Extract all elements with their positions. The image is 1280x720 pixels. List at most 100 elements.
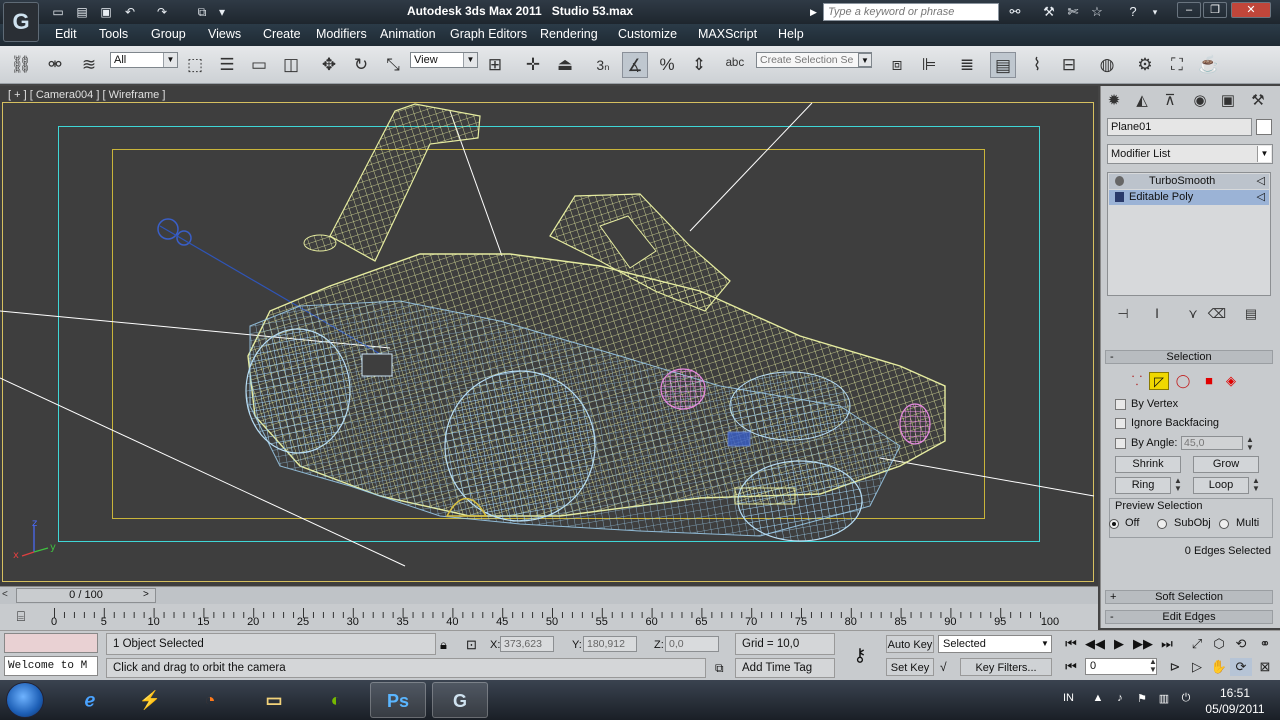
project-folder-icon[interactable]: ⧉ xyxy=(192,4,212,20)
by-vertex-checkbox[interactable] xyxy=(1115,399,1126,410)
minimize-button[interactable]: – xyxy=(1177,2,1201,18)
undo-icon[interactable]: ↶ xyxy=(120,4,140,20)
maxscript-listener-output[interactable] xyxy=(4,633,98,653)
align-icon[interactable]: ⊫ xyxy=(916,52,942,78)
frame-spinner[interactable]: ▲ ▼ xyxy=(1148,658,1158,675)
object-name-field[interactable]: Plane01 xyxy=(1107,118,1252,136)
render-setup-icon[interactable]: ⚙ xyxy=(1132,52,1158,78)
display-tab-icon[interactable]: ▣ xyxy=(1217,90,1239,112)
named-selection-set-input[interactable]: Create Selection Se xyxy=(756,52,872,68)
next-frame-icon[interactable]: ▶▶ xyxy=(1132,635,1154,653)
ring-spinner[interactable]: ▲ ▼ xyxy=(1173,477,1183,494)
menu-customize[interactable]: Customize xyxy=(618,27,677,41)
coord-x-field[interactable]: 373,623 xyxy=(500,636,554,652)
element-mode-icon[interactable]: ◈ xyxy=(1221,372,1241,390)
curve-editor-icon[interactable]: ⌇ xyxy=(1024,52,1050,78)
modify-tab-icon[interactable]: ◭ xyxy=(1131,90,1153,112)
preview-off-radio[interactable] xyxy=(1109,519,1119,529)
ring-button[interactable]: Ring xyxy=(1115,477,1171,494)
utilities-tab-icon[interactable]: ⚒ xyxy=(1247,90,1269,112)
previous-frame-icon[interactable]: ◀◀ xyxy=(1084,635,1106,653)
new-file-icon[interactable]: ▭ xyxy=(48,4,68,20)
subscription-icon[interactable]: ⚒ xyxy=(1038,3,1060,21)
menu-maxscript[interactable]: MAXScript xyxy=(698,27,757,41)
pivot-center-icon[interactable]: ⊞ xyxy=(482,52,508,78)
by-angle-checkbox[interactable] xyxy=(1115,438,1126,449)
show-hidden-icons-icon[interactable]: ▲ xyxy=(1090,692,1106,708)
internet-explorer-icon[interactable]: ℯ xyxy=(62,682,118,718)
set-keys-key-icon[interactable]: ⚷ xyxy=(840,635,880,675)
rectangular-selection-icon[interactable]: ▭ xyxy=(246,52,272,78)
file-explorer-icon[interactable]: ▭ xyxy=(246,682,302,718)
save-file-icon[interactable]: ▣ xyxy=(96,4,116,20)
soft-selection-rollout-header[interactable]: + Soft Selection xyxy=(1105,590,1273,604)
menu-help[interactable]: Help xyxy=(778,27,804,41)
time-slider[interactable]: < 0 / 100 > xyxy=(0,586,1098,604)
truck-camera-icon[interactable]: ⚭ xyxy=(1254,635,1276,653)
select-and-scale-icon[interactable]: ⤡ xyxy=(380,52,406,78)
named-selection-dropdown-icon[interactable]: ▼ xyxy=(858,53,872,67)
preview-subobj-radio[interactable] xyxy=(1157,519,1167,529)
app-menu-logo[interactable]: G xyxy=(3,2,39,42)
schematic-view-icon[interactable]: ⊟ xyxy=(1056,52,1082,78)
add-time-tag-button[interactable]: Add Time Tag xyxy=(735,658,835,678)
material-editor-icon[interactable]: ◍ xyxy=(1094,52,1120,78)
object-color-swatch[interactable] xyxy=(1256,119,1272,135)
menu-rendering[interactable]: Rendering xyxy=(540,27,598,41)
maxscript-mini-listener[interactable]: Welcome to M xyxy=(4,656,98,676)
unlink-icon[interactable]: ⚮ xyxy=(42,52,68,78)
selection-rollout-header[interactable]: - Selection xyxy=(1105,350,1273,364)
menu-create[interactable]: Create xyxy=(263,27,301,41)
volume-icon[interactable]: ♪ xyxy=(1112,692,1128,708)
make-unique-icon[interactable]: ⋎ xyxy=(1183,306,1203,324)
transform-type-in-icon[interactable]: ⊡ xyxy=(466,637,477,653)
selection-filter-dropdown[interactable]: All ▼ xyxy=(110,52,178,68)
favorites-star-icon[interactable]: ☆ xyxy=(1086,3,1108,21)
angle-snap-icon[interactable]: ∡ xyxy=(622,52,648,78)
menu-edit[interactable]: Edit xyxy=(55,27,77,41)
next-frame-arrow-icon[interactable]: > xyxy=(143,589,149,600)
network-icon[interactable]: ▥ xyxy=(1156,692,1172,708)
pan-hand-icon[interactable]: ✋ xyxy=(1208,658,1230,676)
edit-named-selection-icon[interactable]: ᵃᵇᶜ xyxy=(722,52,748,78)
clock-date[interactable]: 05/09/2011 xyxy=(1200,702,1270,716)
restore-button[interactable]: ❐ xyxy=(1203,2,1227,18)
menu-views[interactable]: Views xyxy=(208,27,241,41)
add-time-tag-icon[interactable]: ⧉ xyxy=(715,661,724,676)
window-crossing-icon[interactable]: ◫ xyxy=(278,52,304,78)
stack-item-turbosmooth[interactable]: TurboSmooth ◁ xyxy=(1109,174,1269,189)
redo-icon[interactable]: ↷ xyxy=(152,4,172,20)
modifier-list-dropdown[interactable]: Modifier List ▼ xyxy=(1107,144,1273,164)
viewport-camera[interactable]: [ + ] [ Camera004 ] [ Wireframe ] z x y xyxy=(0,86,1098,586)
orbit-camera-icon[interactable]: ⟳ xyxy=(1230,658,1252,676)
time-slider-thumb[interactable]: 0 / 100 xyxy=(16,588,156,603)
go-to-start-icon[interactable]: ⏮ xyxy=(1060,635,1082,653)
motion-tab-icon[interactable]: ◉ xyxy=(1189,90,1211,112)
menu-tools[interactable]: Tools xyxy=(99,27,128,41)
menu-graph-editors[interactable]: Graph Editors xyxy=(450,27,527,41)
zoom-icon[interactable]: ⤢ xyxy=(1186,635,1208,653)
preview-multi-radio[interactable] xyxy=(1219,519,1229,529)
close-button[interactable]: ✕ xyxy=(1231,2,1271,18)
roll-camera-icon[interactable]: ▷ xyxy=(1186,658,1208,676)
menu-modifiers[interactable]: Modifiers xyxy=(316,27,367,41)
curve-editor-mini-icon[interactable]: ⌸ xyxy=(10,608,32,624)
hierarchy-tab-icon[interactable]: ⊼ xyxy=(1159,90,1181,112)
spinner-snap-icon[interactable]: ⇕ xyxy=(686,52,712,78)
show-end-result-icon[interactable]: Ⅰ xyxy=(1147,306,1167,324)
menu-animation[interactable]: Animation xyxy=(380,27,436,41)
rendered-frame-window-icon[interactable]: ⛶ xyxy=(1164,52,1190,78)
default-in-out-tangents-icon[interactable]: √ xyxy=(940,660,947,674)
winamp-icon[interactable]: ⚡ xyxy=(122,682,178,718)
search-input[interactable]: Type a keyword or phrase xyxy=(823,3,999,21)
key-mode-dropdown[interactable]: Selected ▼ xyxy=(938,635,1052,653)
select-and-link-icon[interactable]: ⛓ xyxy=(8,52,34,78)
play-icon[interactable]: ▶ xyxy=(1108,635,1130,653)
edge-mode-icon[interactable]: ◸ xyxy=(1149,372,1169,390)
go-to-end-icon[interactable]: ⏭ xyxy=(1156,635,1178,653)
clock-time[interactable]: 16:51 xyxy=(1200,686,1270,700)
zoom-all-icon[interactable]: ⬡ xyxy=(1208,635,1230,653)
polygon-mode-icon[interactable]: ■ xyxy=(1199,372,1219,390)
current-frame-field[interactable]: 0 xyxy=(1085,658,1157,675)
select-and-move-icon[interactable]: ✥ xyxy=(316,52,342,78)
